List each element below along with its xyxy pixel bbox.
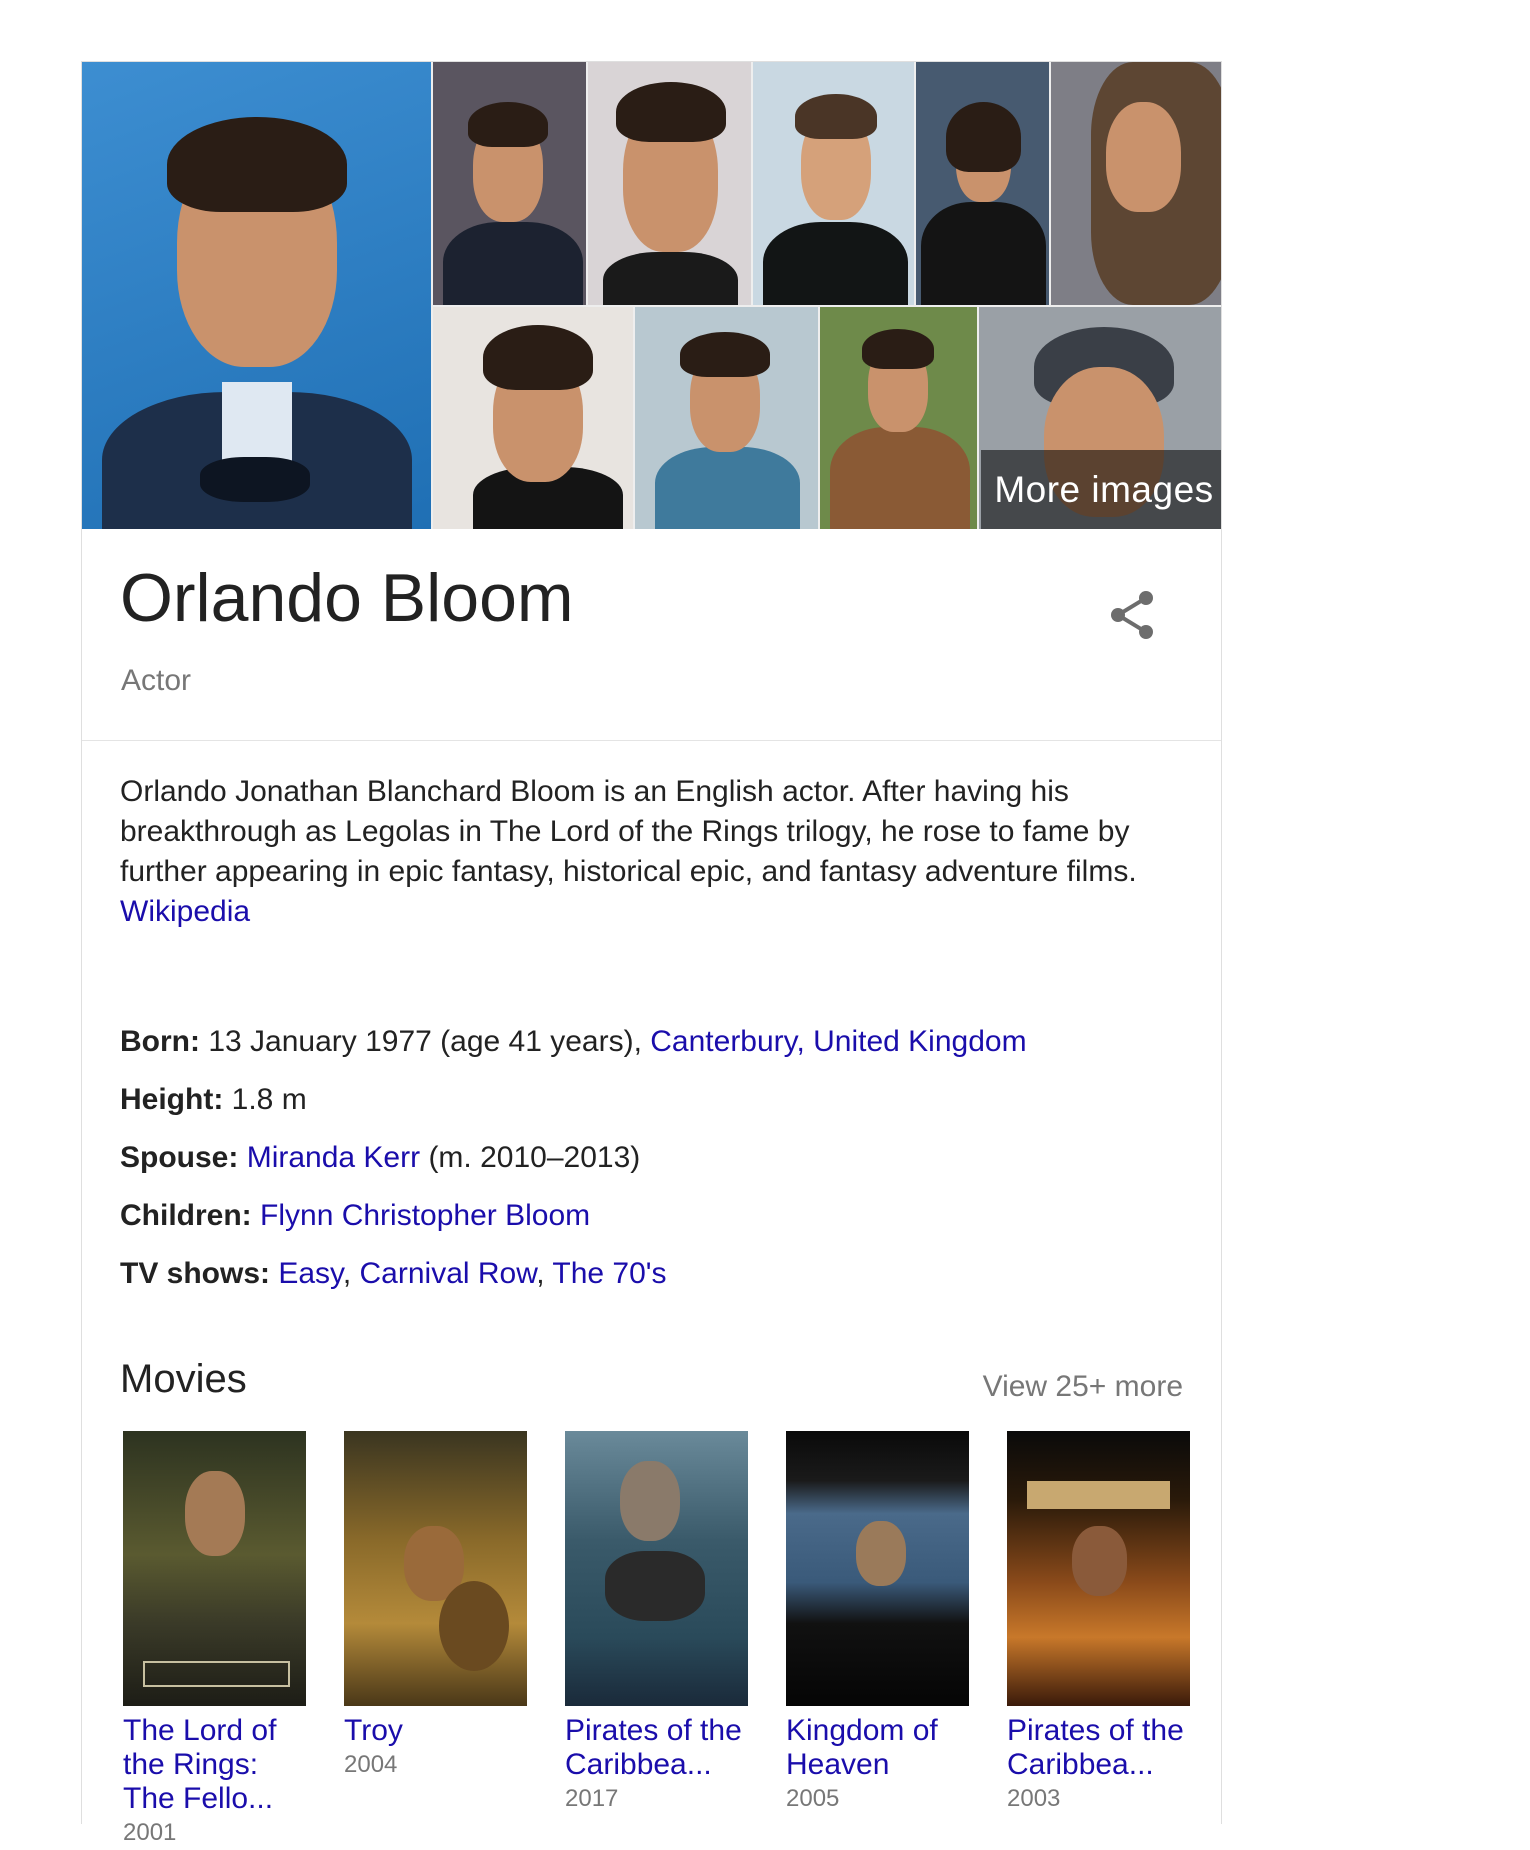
image-mosaic: More images bbox=[82, 62, 1221, 529]
tv-show-link[interactable]: The 70's bbox=[552, 1257, 666, 1290]
movie-title[interactable]: The Lord of the Rings: The Fello... bbox=[123, 1714, 306, 1816]
photo-thumbnail[interactable] bbox=[433, 62, 586, 305]
more-images-button[interactable]: More images bbox=[981, 450, 1221, 529]
fact-value: 13 January 1977 (age 41 years), bbox=[199, 1025, 651, 1058]
movie-card[interactable]: The Lord of the Rings: The Fello... 2001 bbox=[123, 1431, 306, 1850]
photo-thumbnail[interactable] bbox=[433, 307, 633, 529]
movie-card[interactable]: Troy 2004 bbox=[344, 1431, 527, 1782]
children-link[interactable]: Flynn Christopher Bloom bbox=[260, 1199, 590, 1232]
movie-poster[interactable] bbox=[786, 1431, 969, 1706]
fact-label: Born: bbox=[120, 1025, 200, 1058]
main-photo[interactable] bbox=[82, 62, 431, 529]
entity-title: Orlando Bloom bbox=[120, 560, 574, 636]
movie-card[interactable]: Pirates of the Caribbea... 2003 bbox=[1007, 1431, 1190, 1816]
movie-title[interactable]: Pirates of the Caribbea... bbox=[1007, 1714, 1190, 1782]
separator: , bbox=[342, 1257, 360, 1290]
movie-poster[interactable] bbox=[565, 1431, 748, 1706]
divider bbox=[82, 740, 1221, 741]
movie-title[interactable]: Kingdom of Heaven bbox=[786, 1714, 969, 1782]
share-icon[interactable] bbox=[1102, 584, 1164, 646]
tv-show-link[interactable]: Easy bbox=[278, 1257, 342, 1290]
entity-subtitle: Actor bbox=[121, 664, 192, 697]
fact-tv-shows: TV shows: Easy, Carnival Row, The 70's bbox=[120, 1254, 1200, 1312]
view-more-movies-link[interactable]: View 25+ more bbox=[983, 1370, 1183, 1404]
photo-thumbnail[interactable] bbox=[753, 62, 914, 305]
photo-thumbnail[interactable] bbox=[916, 62, 1049, 305]
movie-title[interactable]: Pirates of the Caribbea... bbox=[565, 1714, 748, 1782]
photo-thumbnail[interactable] bbox=[1051, 62, 1221, 305]
facts-list: Born: 13 January 1977 (age 41 years), Ca… bbox=[120, 1022, 1200, 1312]
movie-title[interactable]: Troy bbox=[344, 1714, 527, 1748]
fact-label: Height: bbox=[120, 1083, 224, 1116]
movie-year: 2004 bbox=[344, 1751, 398, 1778]
fact-value: (m. 2010–2013) bbox=[420, 1141, 641, 1174]
fact-label: Children: bbox=[120, 1199, 252, 1232]
photo-thumbnail[interactable] bbox=[635, 307, 818, 529]
movie-year: 2005 bbox=[786, 1785, 840, 1812]
fact-children: Children: Flynn Christopher Bloom bbox=[120, 1196, 1200, 1254]
tv-show-link[interactable]: Carnival Row bbox=[360, 1257, 537, 1290]
separator: , bbox=[536, 1257, 553, 1290]
movie-poster[interactable] bbox=[344, 1431, 527, 1706]
movie-card[interactable]: Pirates of the Caribbea... 2017 bbox=[565, 1431, 748, 1816]
birthplace-link[interactable]: Canterbury, United Kingdom bbox=[650, 1025, 1026, 1058]
photo-thumbnail[interactable] bbox=[588, 62, 751, 305]
fact-value: 1.8 m bbox=[223, 1083, 307, 1116]
photo-thumbnail[interactable] bbox=[820, 307, 977, 529]
knowledge-panel: More images Orlando Bloom Actor Orlando … bbox=[81, 61, 1222, 1846]
description: Orlando Jonathan Blanchard Bloom is an E… bbox=[120, 772, 1190, 932]
wikipedia-link[interactable]: Wikipedia bbox=[120, 895, 250, 928]
movie-year: 2003 bbox=[1007, 1785, 1061, 1812]
movie-poster[interactable] bbox=[123, 1431, 306, 1706]
fact-label: Spouse: bbox=[120, 1141, 239, 1174]
description-text: Orlando Jonathan Blanchard Bloom is an E… bbox=[120, 775, 1137, 888]
movie-year: 2001 bbox=[123, 1819, 177, 1846]
fact-spouse: Spouse: Miranda Kerr (m. 2010–2013) bbox=[120, 1138, 1200, 1196]
fact-height: Height: 1.8 m bbox=[120, 1080, 1200, 1138]
movies-heading: Movies bbox=[120, 1357, 247, 1401]
fact-label: TV shows: bbox=[120, 1257, 271, 1290]
movie-year: 2017 bbox=[565, 1785, 619, 1812]
fact-born: Born: 13 January 1977 (age 41 years), Ca… bbox=[120, 1022, 1200, 1080]
movie-card[interactable]: Kingdom of Heaven 2005 bbox=[786, 1431, 969, 1816]
movie-poster[interactable] bbox=[1007, 1431, 1190, 1706]
spouse-link[interactable]: Miranda Kerr bbox=[247, 1141, 420, 1174]
